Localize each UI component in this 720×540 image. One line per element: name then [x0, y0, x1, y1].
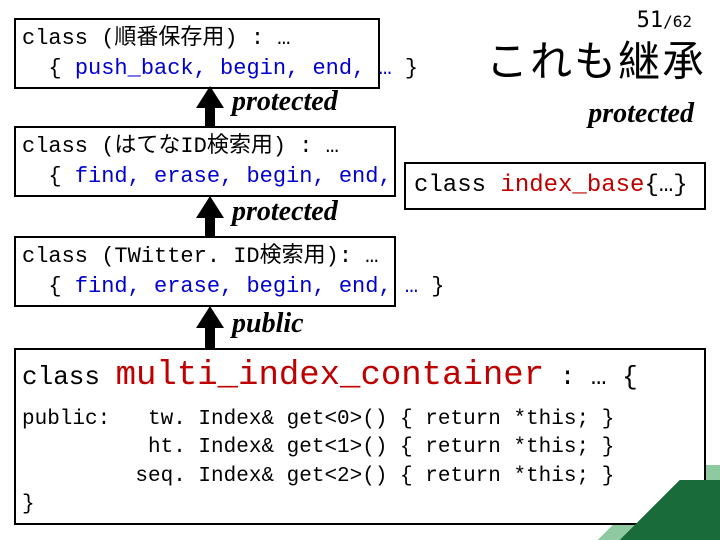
index-base-line: class index_base{…}	[414, 170, 696, 202]
label-public: public	[232, 308, 304, 340]
label-protected-1: protected	[232, 86, 338, 118]
label-protected-2: protected	[232, 196, 338, 228]
corner-decoration-dark	[580, 480, 720, 540]
slide-title: これも継承	[486, 28, 706, 89]
multi-line1: class multi_index_container : … {	[22, 354, 698, 400]
seq-line1: class (順番保存用) : …	[22, 24, 372, 54]
class-box-seq: class (順番保存用) : … { push_back, begin, en…	[14, 18, 380, 89]
twitter-line1: class (TWitter. ID検索用): …	[22, 242, 388, 272]
class-box-index-base: class index_base{…}	[404, 162, 706, 210]
class-box-hatena: class (はてなID検索用) : … { find, erase, begi…	[14, 126, 396, 197]
hatena-line2: { find, erase, begin, end, … }	[22, 162, 388, 192]
class-box-twitter: class (TWitter. ID検索用): … { find, erase,…	[14, 236, 396, 307]
hatena-line1: class (はてなID検索用) : …	[22, 132, 388, 162]
label-protected-right: protected	[588, 98, 694, 130]
seq-line2: { push_back, begin, end, … }	[22, 54, 372, 84]
twitter-line2: { find, erase, begin, end, … }	[22, 272, 388, 302]
